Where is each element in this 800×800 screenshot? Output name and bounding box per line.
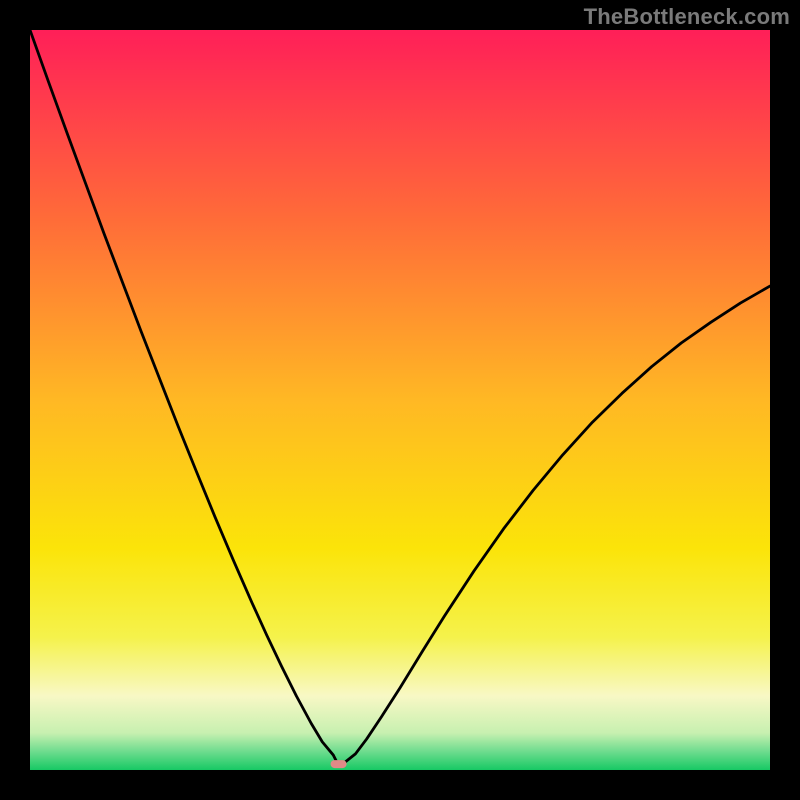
optimum-marker bbox=[331, 760, 347, 768]
plot-background bbox=[30, 30, 770, 770]
watermark-text: TheBottleneck.com bbox=[584, 4, 790, 30]
chart-container: TheBottleneck.com bbox=[0, 0, 800, 800]
chart-plot bbox=[30, 30, 770, 770]
